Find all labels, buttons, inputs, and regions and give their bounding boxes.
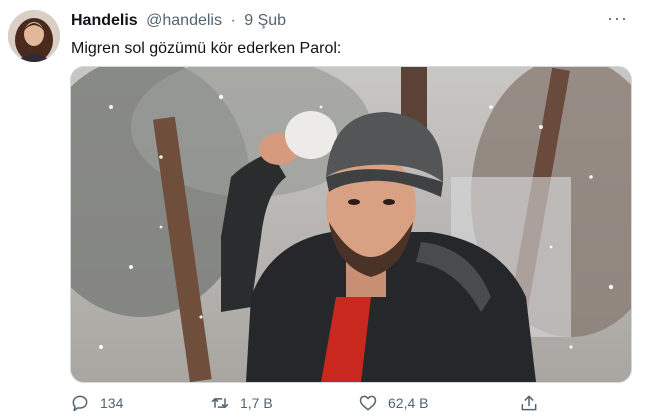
like-button[interactable]: 62,4 B [358,393,428,413]
tweet-text: Migren sol gözümü kör ederken Parol: [71,40,342,57]
display-name[interactable]: Handelis [71,12,138,29]
separator-dot: · [230,12,236,29]
snow-photo-image [71,67,631,382]
share-button[interactable] [519,393,549,413]
reply-icon [72,395,88,412]
retweet-icon [211,398,229,408]
tweet-header: Handelis @handelis · 9 Şub [71,12,286,30]
reply-count: 134 [100,395,124,411]
user-handle[interactable]: @handelis [146,12,222,29]
share-icon [521,395,537,411]
tweet-actions: 134 1,7 B 62,4 B [70,393,550,417]
avatar-image [8,10,60,62]
more-dots-icon[interactable]: ··· [607,8,628,29]
tweet-date[interactable]: 9 Şub [244,12,286,29]
like-count: 62,4 B [388,395,429,411]
avatar[interactable] [8,10,60,62]
retweet-count: 1,7 B [240,395,273,411]
like-icon [359,395,377,411]
reply-button[interactable]: 134 [70,393,123,413]
tweet-media[interactable] [70,66,632,383]
retweet-button[interactable]: 1,7 B [210,393,273,413]
